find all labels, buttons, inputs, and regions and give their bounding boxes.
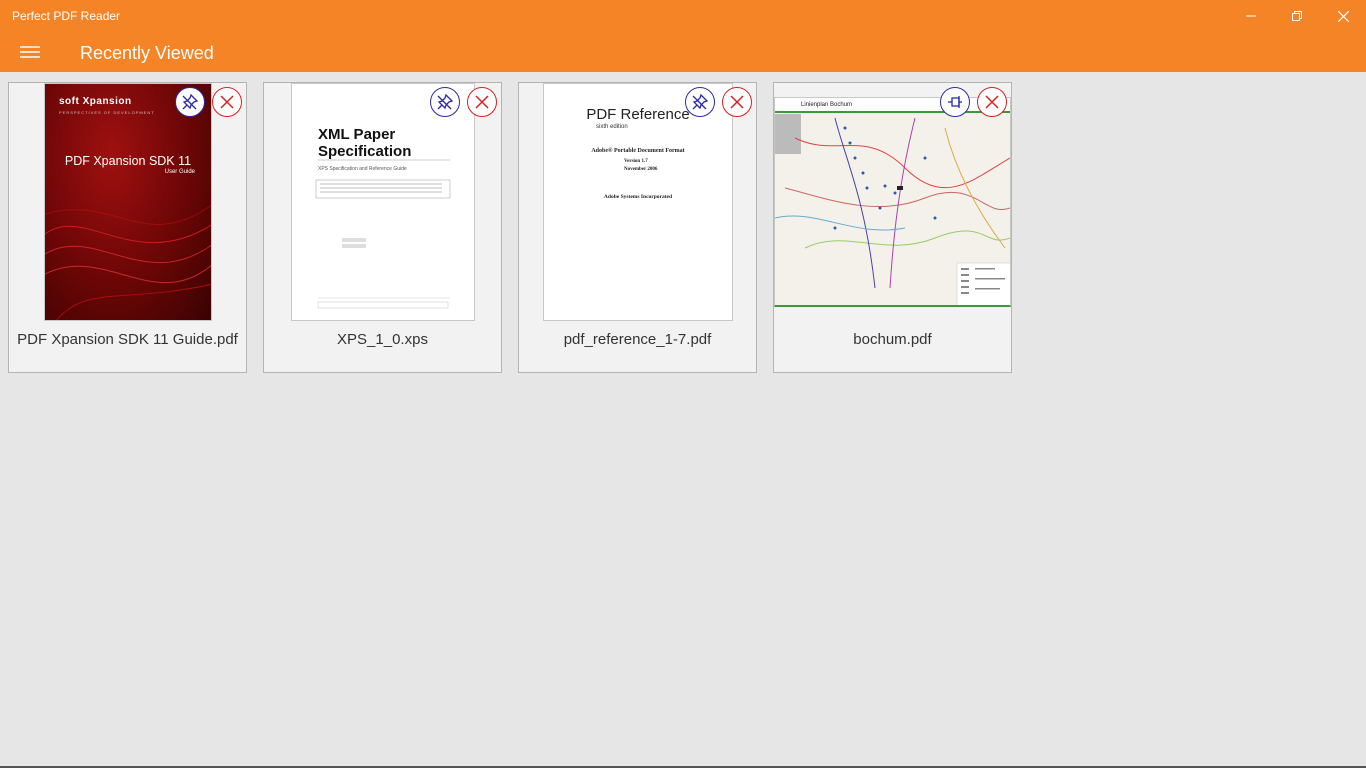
close-circle-icon	[730, 95, 744, 109]
doc-date: November 2006	[624, 167, 658, 172]
doc-version: Version 1.7	[624, 159, 648, 164]
pin-button[interactable]	[430, 87, 460, 117]
file-name: XPS_1_0.xps	[337, 331, 428, 348]
cover-title: PDF Xpansion SDK 11	[64, 154, 192, 168]
file-name: bochum.pdf	[853, 331, 932, 348]
restore-icon	[1292, 11, 1302, 21]
close-circle-icon	[475, 95, 489, 109]
pin-icon	[182, 93, 199, 110]
remove-button[interactable]	[212, 87, 242, 117]
recent-file-card[interactable]: soft Xpansion PERSPECTIVES OF DEVELOPMEN…	[8, 82, 247, 373]
page-title: Recently Viewed	[80, 43, 214, 63]
file-thumbnail[interactable]: soft Xpansion PERSPECTIVES OF DEVELOPMEN…	[44, 83, 212, 321]
pin-button[interactable]	[175, 87, 205, 117]
file-thumbnail[interactable]: Linienplan Bochum	[774, 97, 1011, 307]
map-header: Linienplan Bochum	[801, 102, 853, 108]
cover-tagline: PERSPECTIVES OF DEVELOPMENT	[59, 110, 155, 115]
remove-button[interactable]	[722, 87, 752, 117]
file-thumbnail[interactable]: PDF Reference sixth edition Adobe® Porta…	[543, 83, 733, 321]
hamburger-icon	[20, 46, 40, 58]
doc-edition: sixth edition	[596, 124, 628, 130]
doc-publisher: Adobe Systems Incorporated	[603, 194, 673, 200]
recent-file-card[interactable]: PDF Reference sixth edition Adobe® Porta…	[518, 82, 757, 373]
cover-brand: soft Xpansion	[59, 96, 132, 107]
file-thumbnail[interactable]: XML Paper Specification XPS Specificatio…	[291, 83, 475, 321]
close-circle-icon	[985, 95, 999, 109]
remove-button[interactable]	[467, 87, 497, 117]
close-window-button[interactable]	[1320, 0, 1366, 32]
map-image: Linienplan Bochum	[775, 98, 1010, 305]
close-circle-icon	[220, 95, 234, 109]
cover-swirl-graphic	[45, 204, 211, 320]
restore-button[interactable]	[1274, 0, 1320, 32]
pin-icon	[437, 93, 454, 110]
app-bar: Recently Viewed	[0, 32, 1366, 72]
menu-button[interactable]	[10, 34, 50, 70]
unpin-button[interactable]	[940, 87, 970, 117]
cover-image: soft Xpansion PERSPECTIVES OF DEVELOPMEN…	[45, 84, 211, 320]
remove-button[interactable]	[977, 87, 1007, 117]
minimize-icon	[1246, 15, 1256, 17]
recent-file-card[interactable]: XML Paper Specification XPS Specificatio…	[263, 82, 502, 373]
close-icon	[1337, 10, 1349, 22]
file-name: pdf_reference_1-7.pdf	[563, 331, 712, 348]
pin-button[interactable]	[685, 87, 715, 117]
cover-subtitle: User Guide	[164, 169, 195, 175]
doc-subtitle: Adobe® Portable Document Format	[591, 148, 685, 154]
recent-file-card[interactable]: Linienplan Bochum bochum.pdf	[773, 82, 1012, 373]
minimize-button[interactable]	[1228, 0, 1274, 32]
file-name: PDF Xpansion SDK 11 Guide.pdf	[17, 331, 238, 348]
pin-icon	[692, 93, 709, 110]
map-graphic	[775, 98, 1010, 305]
doc-body-graphic	[315, 159, 451, 309]
title-bar: Perfect PDF Reader	[0, 0, 1366, 32]
pinned-icon	[948, 96, 962, 108]
app-title: Perfect PDF Reader	[12, 9, 121, 23]
